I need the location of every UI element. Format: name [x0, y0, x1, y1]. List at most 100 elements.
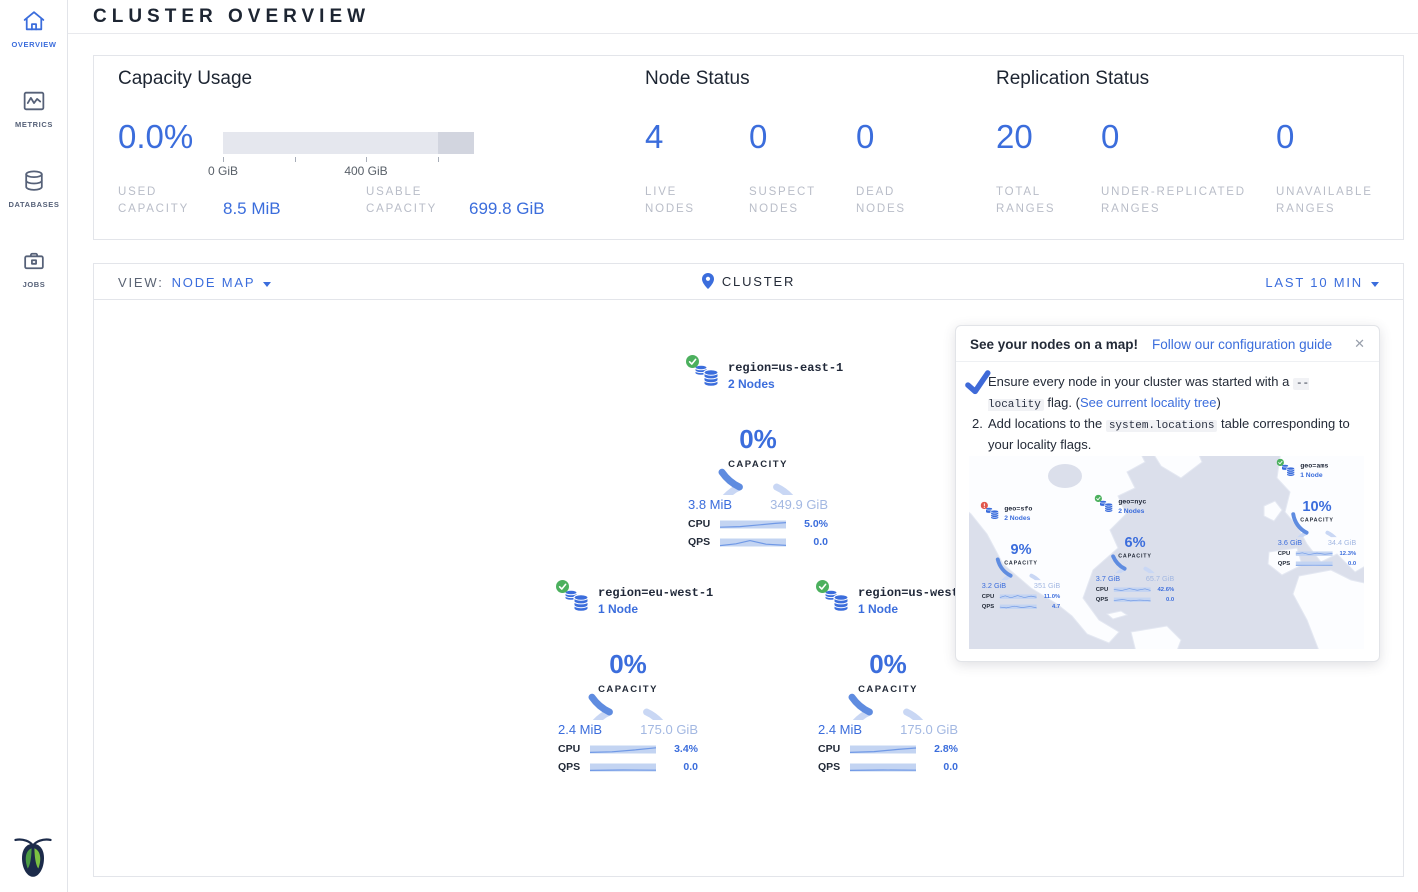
locality-tree-link[interactable]: See current locality tree: [1080, 395, 1217, 410]
sidebar-item-metrics[interactable]: METRICS: [0, 88, 68, 129]
sidebar-item-label: DATABASES: [0, 200, 68, 209]
cpu-sparkline: [1296, 550, 1333, 557]
sidebar-item-jobs[interactable]: JOBS: [0, 248, 68, 289]
mini-region-card-nyc: geo=nyc 2 Nodes 6% CAPACITY: [1093, 497, 1177, 603]
region-nodes: 2 Nodes: [1118, 507, 1146, 515]
unavailable-ranges-count: 0: [1276, 118, 1294, 156]
capacity-gauge: 0% CAPACITY: [573, 626, 683, 720]
region-used-capacity: 3.2 GiB: [982, 581, 1006, 589]
cpu-label: CPU: [982, 593, 1000, 600]
node-map-canvas: region=us-east-1 2 Nodes 0% CAPACITY 3.8…: [94, 300, 1403, 876]
node-status-title: Node Status: [645, 68, 750, 90]
qps-value: 0.0: [786, 536, 828, 548]
qps-label: QPS: [688, 536, 720, 548]
setup-step-1: Ensure every node in your cluster was st…: [972, 373, 1363, 414]
dead-nodes-label: DEAD NODES: [856, 184, 906, 218]
close-icon[interactable]: ✕: [1354, 336, 1365, 352]
region-name: region=us-east-1: [728, 361, 843, 375]
total-ranges-count: 20: [996, 118, 1033, 156]
region-total-capacity: 349.9 GiB: [770, 497, 828, 512]
cpu-label: CPU: [1278, 550, 1296, 557]
capacity-bar-reserved-segment: [438, 132, 474, 154]
capacity-percent: 0.0%: [118, 118, 193, 156]
cpu-value: 2.8%: [916, 743, 958, 755]
node-group-icon: [1099, 499, 1115, 515]
map-setup-popup: See your nodes on a map! Follow our conf…: [955, 325, 1380, 662]
capacity-percent: 9%: [990, 540, 1052, 557]
capacity-gauge: 0% CAPACITY: [703, 401, 813, 495]
region-name: geo=sfo: [1004, 505, 1032, 513]
qps-sparkline: [590, 761, 656, 773]
cpu-label: CPU: [818, 743, 850, 755]
total-ranges-label: TOTAL RANGES: [996, 184, 1055, 218]
setup-step-2: 2. Add locations to the system.locations…: [972, 415, 1363, 454]
metrics-icon: [0, 88, 68, 114]
cpu-value: 11.0%: [1037, 593, 1061, 600]
location-pin-icon: [702, 273, 714, 289]
live-nodes-count: 4: [645, 118, 663, 156]
example-node-map-image: geo=sfo 2 Nodes 9% CAPACITY: [969, 456, 1364, 649]
system-locations-code: system.locations: [1106, 420, 1218, 432]
cpu-sparkline: [1000, 593, 1037, 600]
cluster-overview-page: OVERVIEW METRICS DATABASES: [0, 0, 1418, 892]
cpu-label: CPU: [688, 518, 720, 530]
region-nodes: 2 Nodes: [1004, 514, 1032, 522]
capacity-tick-label: 0 GiB: [208, 164, 238, 178]
region-total-capacity: 65.7 GiB: [1146, 574, 1174, 582]
sidebar-item-overview[interactable]: OVERVIEW: [0, 8, 68, 49]
qps-sparkline: [1000, 603, 1037, 610]
health-check-icon: [816, 580, 829, 598]
region-name: geo=ams: [1300, 462, 1328, 470]
region-used-capacity: 3.8 MiB: [688, 497, 732, 512]
capacity-tick: [366, 157, 367, 162]
health-check-icon: [1277, 459, 1284, 469]
breadcrumb-label: CLUSTER: [722, 274, 795, 289]
time-range-value: LAST 10 MIN: [1265, 275, 1363, 290]
cpu-value: 42.6%: [1151, 586, 1175, 593]
usable-capacity-label: USABLE CAPACITY: [366, 184, 437, 218]
sidebar: OVERVIEW METRICS DATABASES: [0, 0, 68, 892]
sidebar-item-databases[interactable]: DATABASES: [0, 168, 68, 209]
region-name: geo=nyc: [1118, 498, 1146, 506]
cpu-sparkline: [1114, 586, 1151, 593]
cpu-value: 3.4%: [656, 743, 698, 755]
time-range-selector[interactable]: LAST 10 MIN: [1265, 275, 1379, 290]
capacity-usage-title: Capacity Usage: [118, 68, 252, 90]
sidebar-item-label: JOBS: [0, 280, 68, 289]
step-text: ): [1217, 395, 1221, 410]
region-nodes-link[interactable]: 2 Nodes: [728, 377, 843, 391]
capacity-label: CAPACITY: [1104, 553, 1166, 559]
cpu-sparkline: [720, 518, 786, 530]
step-text: Add locations to the: [988, 416, 1106, 431]
capacity-label: CAPACITY: [573, 684, 683, 695]
mini-region-card-sfo: geo=sfo 2 Nodes 9% CAPACITY: [979, 504, 1063, 610]
region-card-us-east-1[interactable]: region=us-east-1 2 Nodes 0% CAPACITY 3.8…: [683, 359, 833, 548]
dead-nodes-count: 0: [856, 118, 874, 156]
qps-label: QPS: [818, 761, 850, 773]
region-card-eu-west-1[interactable]: region=eu-west-1 1 Node 0% CAPACITY 2.4 …: [553, 584, 703, 773]
node-group-icon: [823, 588, 851, 616]
page-title: CLUSTER OVERVIEW: [93, 6, 370, 28]
cluster-stats-panel: Capacity Usage 0.0% 0 GiB 400 GiB USED C…: [93, 55, 1404, 240]
qps-sparkline: [1296, 560, 1333, 567]
step-number: 2.: [972, 415, 983, 434]
region-used-capacity: 2.4 MiB: [818, 722, 862, 737]
home-icon: [0, 8, 68, 34]
unavailable-ranges-label: UNAVAILABLE RANGES: [1276, 184, 1373, 218]
step-text: flag. (: [1044, 395, 1080, 410]
configuration-guide-link[interactable]: Follow our configuration guide: [1152, 337, 1332, 352]
capacity-percent: 0%: [833, 649, 943, 680]
qps-label: QPS: [558, 761, 590, 773]
region-card-us-west-1[interactable]: region=us-west-1 1 Node 0% CAPACITY 2.4 …: [813, 584, 963, 773]
usable-capacity-value: 699.8 GiB: [469, 199, 545, 219]
cpu-label: CPU: [558, 743, 590, 755]
sidebar-item-label: METRICS: [0, 120, 68, 129]
node-group-icon: [693, 363, 721, 391]
region-total-capacity: 351 GiB: [1034, 581, 1060, 589]
popup-title: See your nodes on a map!: [970, 337, 1138, 352]
region-nodes-link[interactable]: 1 Node: [598, 602, 713, 616]
breadcrumb[interactable]: CLUSTER: [94, 273, 1403, 289]
qps-sparkline: [1114, 596, 1151, 603]
live-nodes-label: LIVE NODES: [645, 184, 695, 218]
cpu-label: CPU: [1096, 586, 1114, 593]
